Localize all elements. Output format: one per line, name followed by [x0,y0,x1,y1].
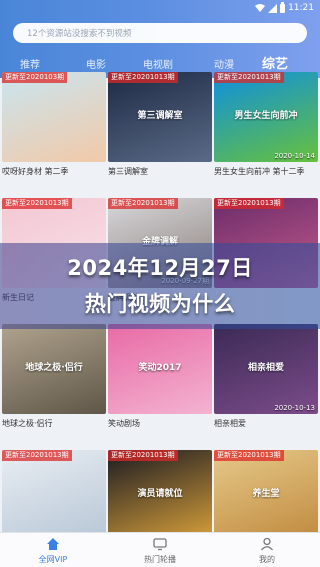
search-placeholder: 12个资源站没搜索不到视频 [27,29,132,39]
signal-icon [268,3,278,13]
video-thumbnail[interactable]: 更新至20201013期男生女生向前冲 2020-10-14 [214,72,318,162]
update-badge: 更新至2020103期 [2,72,68,83]
nav-label-mine: 我的 [259,555,275,564]
thumbnail-title: 演员请就位 [137,489,183,499]
video-card[interactable]: 更新至20201013期演员请就位 [108,450,212,540]
thumbnail-date: 2020-10-13 [274,404,315,412]
home-icon [47,538,59,550]
video-thumbnail[interactable]: 更新至20201013期演员请就位 [108,450,212,540]
update-badge: 更新至20201013期 [2,450,72,461]
video-card[interactable]: 更新至20201013期 第三调解室 第三调解室 [108,72,212,177]
video-thumbnail[interactable]: 更新至20201013期 [2,450,106,540]
update-badge: 更新至20201013期 [108,450,178,461]
tv-icon [153,538,167,551]
video-caption[interactable]: 地球之极·侣行 [2,418,106,429]
thumbnail-date: 2020-10-14 [274,152,315,160]
update-badge: 更新至20201013期 [108,72,178,83]
video-caption[interactable]: 哎呀好身材 第二季 [2,166,106,177]
video-caption[interactable]: 相亲相爱 [214,418,318,429]
tab-variety[interactable]: 综艺 [262,53,288,72]
video-card[interactable]: 更新至20201013期养生堂 [214,450,318,540]
app-header: 11:21 12个资源站没搜索不到视频 推荐 电影 电视剧 动漫 综艺 [0,0,320,78]
nav-all-vip[interactable]: 全网VIP [0,533,106,567]
update-badge: 更新至20201013期 [214,450,284,461]
video-thumbnail[interactable]: 笑动2017 [108,324,212,414]
video-card[interactable]: 更新至20201013期 [2,450,106,540]
tab-tv-series[interactable]: 电视剧 [143,56,173,71]
thumbnail-title: 相亲相爱 [247,363,284,373]
nav-mine[interactable]: 我的 [214,533,320,567]
update-badge: 更新至20201013期 [2,198,72,209]
video-thumbnail[interactable]: 更新至20201013期第三调解室 [108,72,212,162]
thumbnail-title: 地球之极·侣行 [25,363,83,373]
battery-icon [280,1,286,13]
video-card[interactable]: 更新至20201013期男生女生向前冲 2020-10-14 男生女生向前冲 第十二… [214,72,318,177]
overlay-title-line1: 2024年12月27日 [67,256,253,280]
video-caption[interactable]: 男生女生向前冲 第十二季 [214,166,318,177]
video-caption[interactable]: 笑动剧场 [108,418,212,429]
video-card[interactable]: 更新至2020103期哎呀好身材 第二季 [2,72,106,177]
nav-label-hot-carousel: 热门轮播 [144,555,176,564]
status-bar: 11:21 [0,0,320,16]
overlay-title-line2: 热门视频为什么 [84,292,236,316]
wifi-icon [255,4,266,12]
thumbnail-title: 养生堂 [252,489,280,499]
video-card[interactable]: 笑动2017 笑动剧场 [108,324,212,429]
user-icon [261,537,273,551]
update-badge: 更新至20201013期 [214,72,284,83]
tab-movies[interactable]: 电影 [86,56,106,71]
nav-label-all-vip: 全网VIP [38,555,68,564]
update-badge: 更新至20201013期 [214,198,284,209]
thumbnail-title: 笑动2017 [138,363,182,373]
nav-hot-carousel[interactable]: 热门轮播 [107,533,213,567]
thumbnail-title: 男生女生向前冲 [234,111,298,121]
video-caption[interactable]: 第三调解室 [108,166,212,177]
tab-recommend[interactable]: 推荐 [20,56,40,71]
status-time: 11:21 [288,3,314,13]
video-thumbnail[interactable]: 相亲相爱 2020-10-13 [214,324,318,414]
video-card[interactable]: 地球之极·侣行 地球之极·侣行 [2,324,106,429]
video-card[interactable]: 相亲相爱 2020-10-13 相亲相爱 [214,324,318,429]
tab-anime[interactable]: 动漫 [214,56,234,71]
update-badge: 更新至20201013期 [108,198,178,209]
video-thumbnail[interactable]: 更新至2020103期 [2,72,106,162]
bottom-nav: 全网VIP 热门轮播 我的 [0,532,320,567]
thumbnail-title: 第三调解室 [137,111,183,121]
video-thumbnail[interactable]: 地球之极·侣行 [2,324,106,414]
video-thumbnail[interactable]: 更新至20201013期养生堂 [214,450,318,540]
search-input[interactable]: 12个资源站没搜索不到视频 [13,23,307,43]
